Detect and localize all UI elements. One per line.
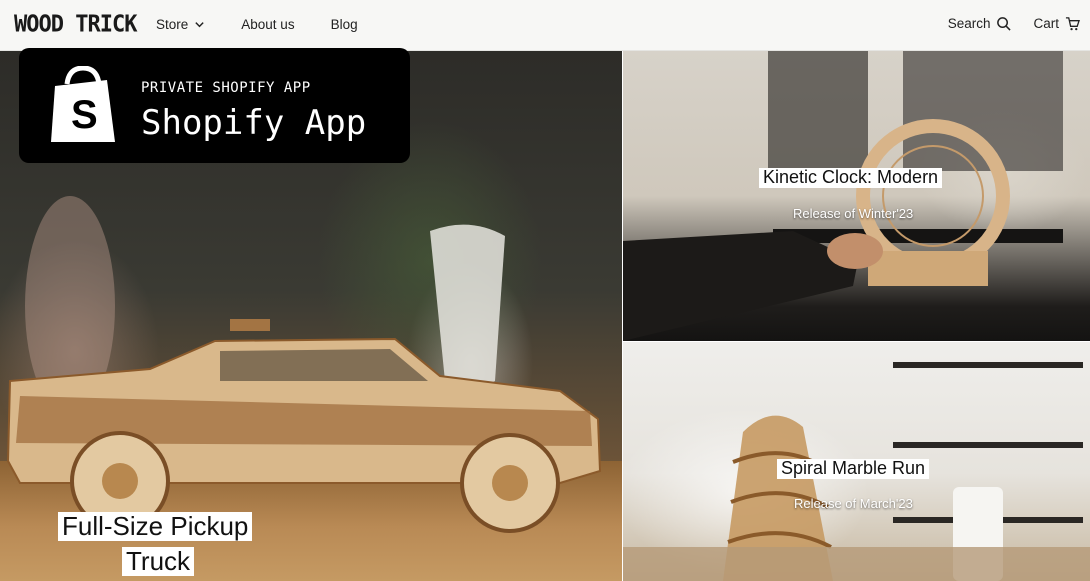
- main-nav: Store About us Blog: [156, 17, 358, 32]
- shopify-app-badge: S PRIVATE SHOPIFY APP Shopify App: [19, 48, 410, 163]
- cart-button[interactable]: Cart: [1033, 16, 1080, 31]
- badge-kicker: PRIVATE SHOPIFY APP: [141, 80, 311, 96]
- search-button[interactable]: Search: [948, 16, 1012, 31]
- site-logo[interactable]: WOOD TRICK: [14, 11, 137, 37]
- nav-about-label: About us: [241, 17, 295, 32]
- release-date-kinetic-clock: Release of Winter'23: [793, 206, 914, 221]
- cart-label: Cart: [1033, 16, 1059, 31]
- product-title-spiral-marble-run[interactable]: Spiral Marble Run: [777, 458, 930, 479]
- shopify-bag-icon: S: [51, 66, 115, 142]
- header-actions: Search Cart: [948, 16, 1080, 31]
- hero-kinetic-clock[interactable]: [623, 51, 1090, 341]
- site-header: WOOD TRICK Store About us Blog Search Ca…: [0, 0, 1090, 51]
- product-title-pickup-line1[interactable]: Full-Size Pickup: [58, 512, 253, 541]
- product-title-pickup-line2[interactable]: Truck: [122, 547, 195, 576]
- search-label: Search: [947, 16, 991, 31]
- panel-divider-horizontal: [623, 341, 1090, 342]
- nav-about[interactable]: About us: [241, 17, 294, 32]
- search-icon: [997, 17, 1012, 31]
- nav-blog-label: Blog: [330, 17, 358, 32]
- svg-text:S: S: [71, 93, 98, 137]
- kinetic-clock-image: [623, 51, 1063, 341]
- nav-store-label: Store: [156, 17, 189, 32]
- nav-blog[interactable]: Blog: [331, 17, 358, 32]
- product-title-kinetic-clock[interactable]: Kinetic Clock: Modern: [759, 167, 943, 188]
- chevron-down-icon: [195, 22, 204, 28]
- nav-store[interactable]: Store: [156, 17, 205, 32]
- badge-title: Shopify App: [141, 103, 367, 143]
- release-date-spiral-marble-run: Release of March'23: [794, 496, 913, 511]
- panel-divider-vertical: [622, 51, 623, 581]
- cart-icon: [1065, 17, 1080, 31]
